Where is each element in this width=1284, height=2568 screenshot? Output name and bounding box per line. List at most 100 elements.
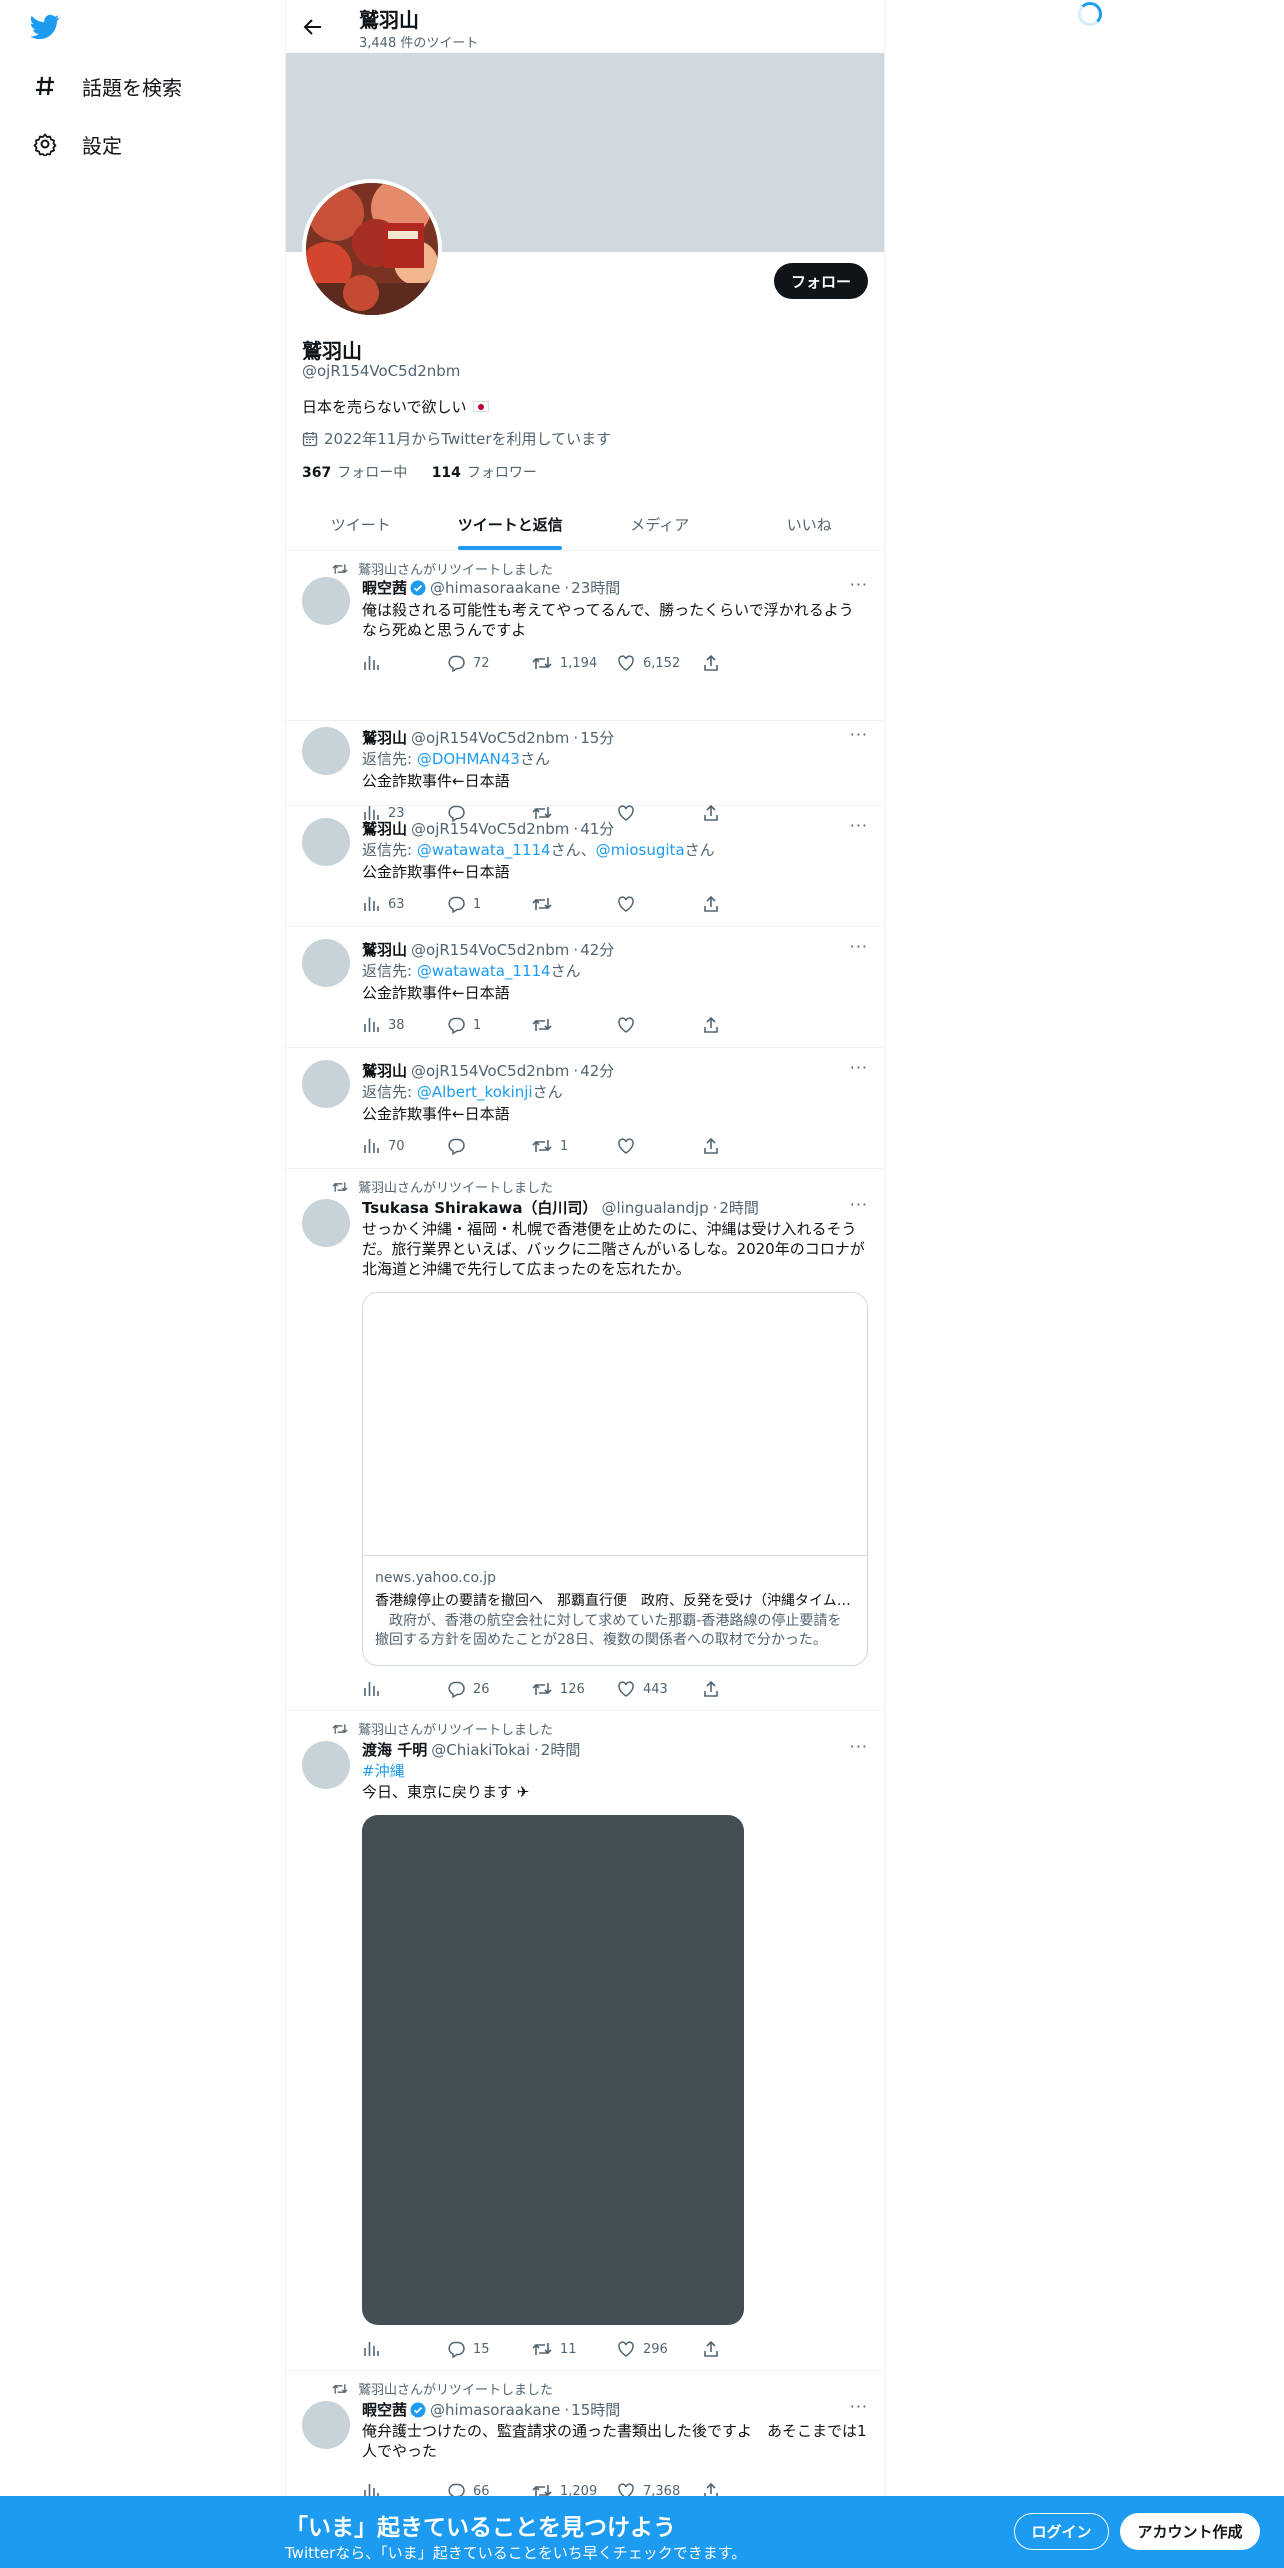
like-button[interactable]: 296 — [617, 2339, 702, 2359]
retweet-button[interactable]: 11 — [532, 2339, 617, 2359]
tab-tweets[interactable]: ツイート — [286, 498, 436, 550]
tab-media[interactable]: メディア — [585, 498, 735, 550]
reply-mention-link[interactable]: @miosugita — [596, 841, 685, 859]
tweet-time[interactable]: 2時間 — [541, 1739, 581, 1760]
reply-button[interactable]: 72 — [447, 653, 532, 673]
author-handle[interactable]: @ojR154VoC5d2nbm — [411, 1062, 569, 1080]
avatar[interactable] — [302, 1060, 350, 1108]
reply-button[interactable] — [447, 1136, 532, 1156]
avatar[interactable] — [302, 1741, 350, 1789]
reply-mention-link[interactable]: @Albert_kokinji — [417, 1083, 533, 1101]
twitter-bird-icon[interactable] — [30, 14, 64, 44]
share-button[interactable] — [702, 1136, 787, 1156]
share-button[interactable] — [702, 894, 787, 914]
author-name[interactable]: 鷲羽山 — [362, 727, 407, 748]
more-options-icon[interactable]: ··· — [850, 725, 868, 744]
more-options-icon[interactable]: ··· — [850, 937, 868, 956]
author-handle[interactable]: @ojR154VoC5d2nbm — [411, 729, 569, 747]
tweet-time[interactable]: 2時間 — [719, 1197, 759, 1218]
tab-likes[interactable]: いいね — [735, 498, 885, 550]
reply-button[interactable]: 26 — [447, 1679, 532, 1699]
tweet-time[interactable]: 42分 — [580, 1060, 614, 1081]
author-handle[interactable]: @himasoraakane — [430, 579, 560, 597]
retweet-button[interactable]: 1,194 — [532, 653, 617, 673]
share-button[interactable] — [702, 653, 787, 673]
more-options-icon[interactable]: ··· — [850, 575, 868, 594]
views-button[interactable] — [362, 653, 447, 673]
tweet[interactable]: 鷲羽山 @ojR154VoC5d2nbm · 42分 ··· 返信先: @Alb… — [286, 1048, 884, 1169]
like-button[interactable] — [617, 1136, 702, 1156]
avatar[interactable] — [302, 818, 350, 866]
retweet-button[interactable] — [532, 1015, 617, 1035]
avatar[interactable] — [302, 939, 350, 987]
views-button[interactable]: 38 — [362, 1015, 447, 1035]
hashtag-link[interactable]: #沖縄 — [362, 1761, 868, 1781]
like-button[interactable]: 6,152 — [617, 653, 702, 673]
like-button[interactable] — [617, 1015, 702, 1035]
tweet-media-video[interactable] — [362, 1815, 744, 2325]
author-handle[interactable]: @ChiakiTokai — [431, 1741, 530, 1759]
share-button[interactable] — [702, 1015, 787, 1035]
author-name[interactable]: 鷲羽山 — [362, 1060, 407, 1081]
nav-explore[interactable]: 話題を検索 — [30, 66, 182, 106]
tweet[interactable]: 鷲羽山さんがリツイートしました 暇空茜 @himasoraakane · 15時… — [286, 2371, 884, 2511]
author-handle[interactable]: @ojR154VoC5d2nbm — [411, 941, 569, 959]
reply-mention-link[interactable]: @watawata_1114 — [417, 841, 551, 859]
retweet-button[interactable]: 1 — [532, 1136, 617, 1156]
retweet-button[interactable]: 126 — [532, 1679, 617, 1699]
profile-avatar[interactable] — [302, 179, 442, 319]
author-name[interactable]: 渡海 千明 — [362, 1739, 427, 1760]
author-handle[interactable]: @ojR154VoC5d2nbm — [411, 820, 569, 838]
author-name[interactable]: 暇空茜 — [362, 577, 407, 598]
nav-settings[interactable]: 設定 — [30, 124, 122, 164]
retweet-button[interactable] — [532, 894, 617, 914]
avatar[interactable] — [302, 577, 350, 625]
author-name[interactable]: 鷲羽山 — [362, 818, 407, 839]
more-options-icon[interactable]: ··· — [850, 2397, 868, 2416]
views-button[interactable]: 63 — [362, 894, 447, 914]
avatar[interactable] — [302, 727, 350, 775]
author-handle[interactable]: @lingualandjp — [601, 1199, 708, 1217]
author-name[interactable]: 鷲羽山 — [362, 939, 407, 960]
tweet[interactable]: 鷲羽山さんがリツイートしました 暇空茜 @himasoraakane · 23時… — [286, 551, 884, 721]
signup-button[interactable]: アカウント作成 — [1120, 2513, 1260, 2550]
more-options-icon[interactable]: ··· — [850, 1737, 868, 1756]
avatar[interactable] — [302, 1199, 350, 1247]
more-options-icon[interactable]: ··· — [850, 1195, 868, 1214]
like-button[interactable] — [617, 894, 702, 914]
tweet[interactable]: 鷲羽山 @ojR154VoC5d2nbm · 41分 ··· 返信先: @wat… — [286, 806, 884, 927]
following-stat[interactable]: 367 フォロー中 — [302, 465, 407, 481]
reply-mention-link[interactable]: @watawata_1114 — [417, 962, 551, 980]
reply-button[interactable]: 15 — [447, 2339, 532, 2359]
reply-button[interactable]: 1 — [447, 894, 532, 914]
followers-stat[interactable]: 114 フォロワー — [432, 465, 537, 481]
author-handle[interactable]: @himasoraakane — [430, 2401, 560, 2419]
tweet[interactable]: 鷲羽山さんがリツイートしました 渡海 千明 @ChiakiTokai · 2時間… — [286, 1711, 884, 2371]
tweet[interactable]: 鷲羽山 @ojR154VoC5d2nbm · 42分 ··· 返信先: @wat… — [286, 927, 884, 1048]
back-arrow-icon[interactable] — [298, 12, 328, 42]
share-button[interactable] — [702, 1679, 787, 1699]
views-button[interactable] — [362, 2339, 447, 2359]
tweet-time[interactable]: 41分 — [580, 818, 614, 839]
tweet-time[interactable]: 15分 — [580, 727, 614, 748]
views-button[interactable]: 70 — [362, 1136, 447, 1156]
tweet-time[interactable]: 15時間 — [571, 2399, 620, 2420]
tab-tweets-and-replies[interactable]: ツイートと返信 — [436, 498, 586, 550]
tweet-time[interactable]: 42分 — [580, 939, 614, 960]
share-button[interactable] — [702, 2339, 787, 2359]
like-button[interactable]: 443 — [617, 1679, 702, 1699]
more-options-icon[interactable]: ··· — [850, 1058, 868, 1077]
views-button[interactable] — [362, 1679, 447, 1699]
follow-button[interactable]: フォロー — [774, 263, 868, 299]
more-options-icon[interactable]: ··· — [850, 816, 868, 835]
author-name[interactable]: Tsukasa Shirakawa（白川司） — [362, 1197, 597, 1218]
login-button[interactable]: ログイン — [1014, 2513, 1109, 2550]
tweet[interactable]: 鷲羽山 @ojR154VoC5d2nbm · 15分 ··· 返信先: @DOH… — [286, 721, 884, 822]
author-name[interactable]: 暇空茜 — [362, 2399, 407, 2420]
tweet[interactable]: 鷲羽山さんがリツイートしました Tsukasa Shirakawa（白川司） @… — [286, 1169, 884, 1711]
reply-mention-link[interactable]: @DOHMAN43 — [417, 750, 520, 768]
link-card[interactable]: news.yahoo.co.jp 香港線停止の要請を撤回へ 那覇直行便 政府、反… — [362, 1292, 868, 1666]
reply-button[interactable]: 1 — [447, 1015, 532, 1035]
avatar[interactable] — [302, 2401, 350, 2449]
tweet-time[interactable]: 23時間 — [571, 577, 620, 598]
